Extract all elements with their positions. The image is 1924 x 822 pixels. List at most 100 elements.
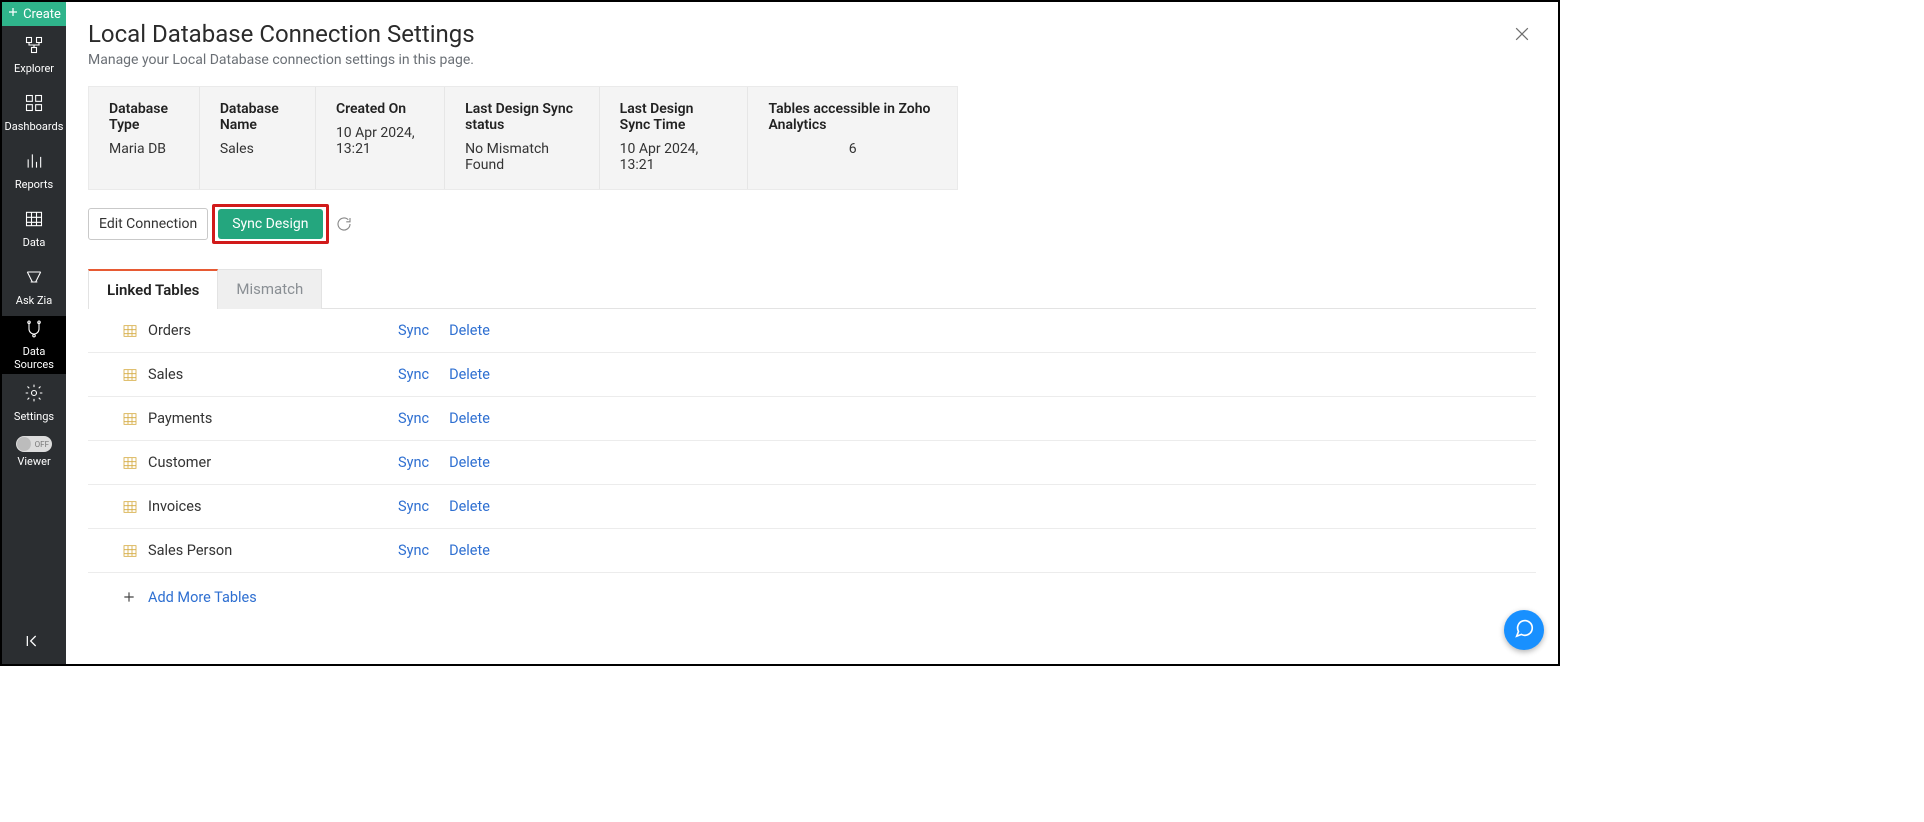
table-name: Payments bbox=[148, 410, 398, 427]
nav-label: Explorer bbox=[14, 62, 54, 75]
tab-linked-tables[interactable]: Linked Tables bbox=[88, 269, 218, 309]
create-button[interactable]: Create bbox=[2, 2, 66, 26]
dashboards-icon bbox=[24, 93, 44, 116]
info-database-name: Database Name Sales bbox=[199, 87, 315, 189]
create-label: Create bbox=[23, 7, 61, 22]
linked-tables-list: Orders Sync Delete Sales Sync Delete Pay… bbox=[88, 309, 1536, 621]
info-label: Tables accessible in Zoho Analytics bbox=[768, 101, 937, 133]
chat-icon bbox=[1513, 617, 1535, 643]
table-name: Invoices bbox=[148, 498, 398, 515]
viewer-toggle[interactable]: OFF bbox=[16, 436, 52, 452]
table-row: Customer Sync Delete bbox=[88, 441, 1536, 485]
close-icon bbox=[1512, 32, 1532, 48]
sidebar: Create Explorer Dashboards Reports Data … bbox=[2, 2, 66, 664]
info-label: Database Name bbox=[220, 101, 295, 133]
delete-link[interactable]: Delete bbox=[449, 366, 490, 383]
nav-data[interactable]: Data bbox=[2, 200, 66, 258]
info-label: Last Design Sync Time bbox=[620, 101, 728, 133]
explorer-icon bbox=[24, 35, 44, 58]
add-more-row: Add More Tables bbox=[88, 573, 1536, 621]
sync-link[interactable]: Sync bbox=[398, 366, 429, 383]
table-row: Sales Person Sync Delete bbox=[88, 529, 1536, 573]
sidebar-collapse[interactable] bbox=[2, 631, 66, 664]
info-strip: Database Type Maria DB Database Name Sal… bbox=[88, 86, 958, 190]
sync-design-button[interactable]: Sync Design bbox=[218, 209, 322, 239]
page-title: Local Database Connection Settings bbox=[88, 20, 1536, 48]
table-icon bbox=[122, 367, 138, 383]
info-last-sync-time: Last Design Sync Time 10 Apr 2024, 13:21 bbox=[599, 87, 748, 189]
nav-label: Data bbox=[23, 236, 46, 249]
delete-link[interactable]: Delete bbox=[449, 322, 490, 339]
delete-link[interactable]: Delete bbox=[449, 498, 490, 515]
table-icon bbox=[122, 455, 138, 471]
nav-label: Settings bbox=[14, 410, 54, 423]
table-row: Payments Sync Delete bbox=[88, 397, 1536, 441]
delete-link[interactable]: Delete bbox=[449, 542, 490, 559]
sync-design-highlight: Sync Design bbox=[212, 204, 328, 244]
add-more-tables-link[interactable]: Add More Tables bbox=[148, 589, 257, 606]
info-value: Maria DB bbox=[109, 141, 179, 157]
tab-label: Mismatch bbox=[236, 280, 303, 298]
nav-dashboards[interactable]: Dashboards bbox=[2, 84, 66, 142]
reports-icon bbox=[24, 151, 44, 174]
delete-link[interactable]: Delete bbox=[449, 410, 490, 427]
delete-link[interactable]: Delete bbox=[449, 454, 490, 471]
nav-label: Reports bbox=[15, 178, 53, 191]
sync-link[interactable]: Sync bbox=[398, 454, 429, 471]
table-row: Orders Sync Delete bbox=[88, 309, 1536, 353]
sync-link[interactable]: Sync bbox=[398, 322, 429, 339]
tab-mismatch[interactable]: Mismatch bbox=[218, 269, 322, 309]
page-subtitle: Manage your Local Database connection se… bbox=[88, 52, 1536, 68]
nav-settings[interactable]: Settings bbox=[2, 374, 66, 432]
edit-connection-button[interactable]: Edit Connection bbox=[88, 208, 208, 240]
table-row: Sales Sync Delete bbox=[88, 353, 1536, 397]
info-value: 10 Apr 2024, 13:21 bbox=[620, 141, 728, 173]
info-value: 6 bbox=[849, 141, 857, 157]
table-name: Customer bbox=[148, 454, 398, 471]
table-icon bbox=[122, 543, 138, 559]
table-name: Orders bbox=[148, 322, 398, 339]
info-database-type: Database Type Maria DB bbox=[89, 87, 199, 189]
viewer-label: Viewer bbox=[17, 455, 50, 468]
plus-icon bbox=[7, 6, 19, 22]
table-row: Invoices Sync Delete bbox=[88, 485, 1536, 529]
nav-explorer[interactable]: Explorer bbox=[2, 26, 66, 84]
info-label: Last Design Sync status bbox=[465, 101, 578, 133]
sync-link[interactable]: Sync bbox=[398, 410, 429, 427]
tabs: Linked Tables Mismatch bbox=[88, 268, 1536, 309]
table-icon bbox=[122, 323, 138, 339]
data-icon bbox=[24, 209, 44, 232]
info-value: 10 Apr 2024, 13:21 bbox=[336, 125, 424, 157]
settings-icon bbox=[24, 383, 44, 406]
table-name: Sales bbox=[148, 366, 398, 383]
info-created-on: Created On 10 Apr 2024, 13:21 bbox=[315, 87, 444, 189]
help-chat-button[interactable] bbox=[1504, 610, 1544, 650]
sync-link[interactable]: Sync bbox=[398, 542, 429, 559]
collapse-icon bbox=[24, 631, 44, 654]
viewer-toggle-block: OFF Viewer bbox=[2, 436, 66, 468]
info-label: Created On bbox=[336, 101, 424, 117]
data-sources-icon bbox=[24, 319, 44, 342]
sync-design-label: Sync Design bbox=[232, 216, 308, 232]
info-label: Database Type bbox=[109, 101, 179, 133]
info-value: Sales bbox=[220, 141, 295, 157]
nav-ask-zia[interactable]: Ask Zia bbox=[2, 258, 66, 316]
nav-data-sources[interactable]: Data Sources bbox=[2, 316, 66, 374]
sync-link[interactable]: Sync bbox=[398, 498, 429, 515]
button-row: Edit Connection Sync Design bbox=[88, 204, 1536, 244]
ask-zia-icon bbox=[24, 267, 44, 290]
edit-connection-label: Edit Connection bbox=[99, 216, 197, 232]
main-content: Local Database Connection Settings Manag… bbox=[66, 2, 1558, 664]
nav-label: Ask Zia bbox=[16, 294, 52, 307]
table-icon bbox=[122, 411, 138, 427]
reload-icon[interactable] bbox=[335, 215, 353, 233]
nav-reports[interactable]: Reports bbox=[2, 142, 66, 200]
info-value: No Mismatch Found bbox=[465, 141, 578, 173]
nav-label: Data Sources bbox=[2, 346, 66, 370]
table-icon bbox=[122, 499, 138, 515]
info-tables-accessible: Tables accessible in Zoho Analytics 6 bbox=[747, 87, 957, 189]
tab-label: Linked Tables bbox=[107, 281, 199, 299]
close-button[interactable] bbox=[1512, 24, 1532, 44]
info-last-sync-status: Last Design Sync status No Mismatch Foun… bbox=[444, 87, 598, 189]
table-name: Sales Person bbox=[148, 542, 398, 559]
